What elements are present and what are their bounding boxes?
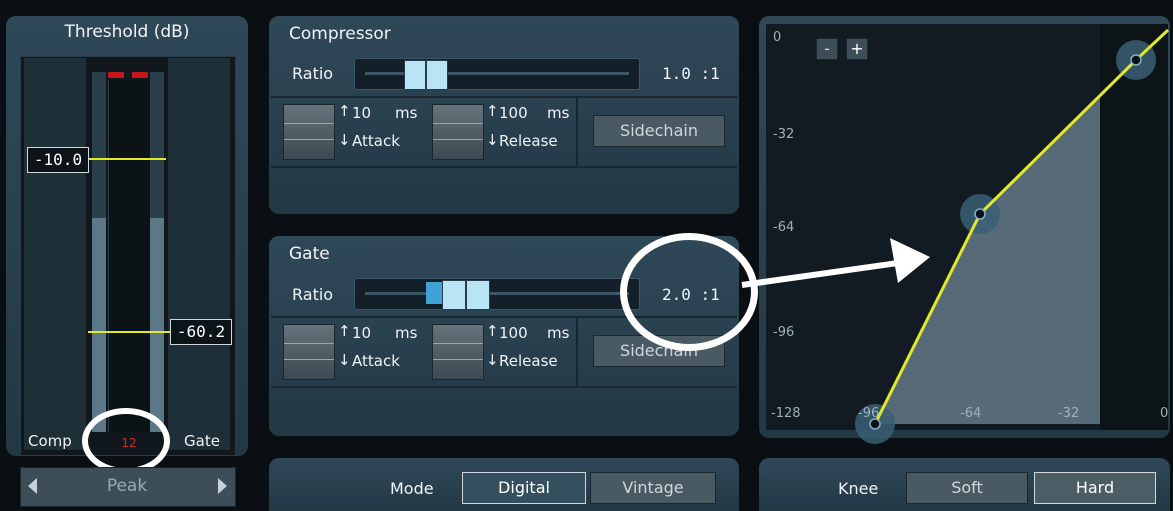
zoom-out-button[interactable]: - (816, 38, 838, 60)
x-tick-64: -64 (960, 406, 982, 421)
callout-arrow-shaft (741, 259, 906, 288)
knee-hard-button[interactable]: Hard (1034, 472, 1156, 504)
x-tick-96: -96 (858, 406, 880, 421)
knee-label: Knee (838, 479, 879, 498)
y-tick-128: -128 (771, 406, 801, 421)
callout-arrow-head (890, 238, 930, 283)
curve-node-top (1130, 54, 1142, 66)
x-tick-32: -32 (1058, 406, 1080, 421)
x-tick-0: 0 (1160, 406, 1169, 421)
curve-node-mid (974, 208, 986, 220)
knee-soft-button[interactable]: Soft (906, 472, 1028, 504)
y-tick-64: -64 (773, 220, 795, 235)
y-tick-96: -96 (773, 325, 795, 340)
transfer-graph-svg (741, 24, 1170, 444)
y-tick-0: 0 (773, 30, 782, 45)
y-tick-32: -32 (773, 127, 795, 142)
zoom-in-button[interactable]: + (846, 38, 868, 60)
highlight-circle-ratio (620, 233, 758, 351)
